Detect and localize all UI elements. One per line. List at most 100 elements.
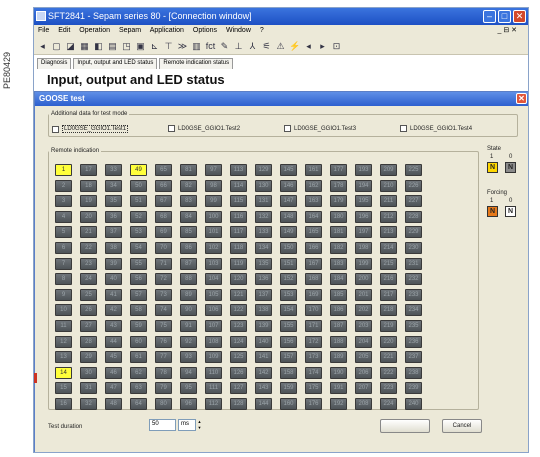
- remote-indication-cell[interactable]: 51: [130, 195, 147, 208]
- remote-indication-cell[interactable]: 19: [80, 195, 97, 208]
- remote-indication-cell[interactable]: 56: [130, 273, 147, 286]
- remote-indication-cell[interactable]: 17: [80, 164, 97, 176]
- toolbar-button-icon[interactable]: ▸: [317, 41, 328, 52]
- remote-indication-cell[interactable]: 169: [305, 288, 322, 301]
- remote-indication-cell[interactable]: 20: [80, 210, 97, 223]
- cancel-button[interactable]: Cancel: [442, 419, 482, 433]
- remote-indication-cell[interactable]: 23: [80, 257, 97, 270]
- remote-indication-cell[interactable]: 198: [355, 242, 372, 254]
- remote-indication-cell[interactable]: 206: [355, 366, 372, 379]
- remote-indication-cell[interactable]: 3: [55, 195, 72, 208]
- remote-indication-cell[interactable]: 237: [405, 351, 422, 364]
- remote-indication-cell[interactable]: 139: [255, 320, 272, 332]
- remote-indication-cell[interactable]: 9: [55, 288, 72, 301]
- remote-indication-cell[interactable]: 138: [255, 304, 272, 317]
- remote-indication-cell[interactable]: 54: [130, 242, 147, 254]
- toolbar-button-icon[interactable]: ◳: [121, 41, 132, 52]
- remote-indication-cell[interactable]: 142: [255, 366, 272, 379]
- remote-indication-cell[interactable]: 119: [230, 257, 247, 270]
- checkbox-box[interactable]: [284, 125, 291, 132]
- remote-indication-cell[interactable]: 78: [155, 366, 172, 379]
- remote-indication-cell[interactable]: 182: [330, 242, 347, 254]
- remote-indication-cell[interactable]: 48: [105, 398, 122, 410]
- remote-indication-cell[interactable]: 104: [205, 273, 222, 286]
- remote-indication-cell[interactable]: 79: [155, 382, 172, 395]
- remote-indication-cell[interactable]: 118: [230, 242, 247, 254]
- remote-indication-cell[interactable]: 195: [355, 195, 372, 208]
- remote-indication-cell[interactable]: 177: [330, 164, 347, 176]
- remote-indication-cell[interactable]: 205: [355, 351, 372, 364]
- remote-indication-cell[interactable]: 96: [180, 398, 197, 410]
- remote-indication-cell[interactable]: 175: [305, 382, 322, 395]
- remote-indication-cell[interactable]: 4: [55, 210, 72, 223]
- remote-indication-cell[interactable]: 207: [355, 382, 372, 395]
- remote-indication-cell[interactable]: 47: [105, 382, 122, 395]
- remote-indication-cell[interactable]: 18: [80, 179, 97, 192]
- remote-indication-cell[interactable]: 34: [105, 179, 122, 192]
- remote-indication-cell[interactable]: 110: [205, 366, 222, 379]
- remote-indication-cell[interactable]: 225: [405, 164, 422, 176]
- remote-indication-cell[interactable]: 85: [180, 226, 197, 239]
- remote-indication-cell[interactable]: 22: [80, 242, 97, 254]
- remote-indication-cell[interactable]: 202: [355, 304, 372, 317]
- remote-indication-cell[interactable]: 219: [380, 320, 397, 332]
- mdi-window-controls[interactable]: _ ⊟ ✕: [497, 26, 517, 34]
- toolbar-button-icon[interactable]: ⅄: [247, 41, 258, 52]
- menu-edit[interactable]: Edit: [58, 27, 70, 34]
- minimize-button[interactable]: –: [483, 10, 496, 23]
- remote-indication-cell[interactable]: 231: [405, 257, 422, 270]
- remote-indication-cell[interactable]: 221: [380, 351, 397, 364]
- toolbar-button-icon[interactable]: ⚠: [275, 41, 286, 52]
- remote-indication-cell[interactable]: 173: [305, 351, 322, 364]
- remote-indication-cell[interactable]: 65: [155, 164, 172, 176]
- remote-indication-cell[interactable]: 103: [205, 257, 222, 270]
- remote-indication-cell[interactable]: 129: [255, 164, 272, 176]
- remote-indication-cell[interactable]: 148: [280, 210, 297, 223]
- remote-indication-cell[interactable]: 61: [130, 351, 147, 364]
- remote-indication-cell[interactable]: 143: [255, 382, 272, 395]
- remote-indication-cell[interactable]: 155: [280, 320, 297, 332]
- remote-indication-cell[interactable]: 72: [155, 273, 172, 286]
- menu-application[interactable]: Application: [150, 27, 184, 34]
- remote-indication-cell[interactable]: 50: [130, 179, 147, 192]
- toolbar-button-icon[interactable]: fct: [205, 41, 216, 52]
- remote-indication-cell[interactable]: 204: [355, 335, 372, 348]
- remote-indication-cell[interactable]: 191: [330, 382, 347, 395]
- checkbox-test1[interactable]: LD0GSE_GGIO1.Test1: [52, 125, 129, 133]
- remote-indication-cell[interactable]: 11: [55, 320, 72, 332]
- duration-spin-control[interactable]: ▲ ▼: [195, 419, 203, 431]
- remote-indication-cell[interactable]: 165: [305, 226, 322, 239]
- remote-indication-cell[interactable]: 84: [180, 210, 197, 223]
- remote-indication-cell[interactable]: 170: [305, 304, 322, 317]
- remote-indication-cell[interactable]: 133: [255, 226, 272, 239]
- remote-indication-cell[interactable]: 57: [130, 288, 147, 301]
- remote-indication-cell[interactable]: 152: [280, 273, 297, 286]
- remote-indication-cell[interactable]: 171: [305, 320, 322, 332]
- remote-indication-cell[interactable]: 213: [380, 226, 397, 239]
- remote-indication-cell[interactable]: 81: [180, 164, 197, 176]
- remote-indication-cell[interactable]: 180: [330, 210, 347, 223]
- remote-indication-cell[interactable]: 97: [205, 164, 222, 176]
- remote-indication-cell[interactable]: 150: [280, 242, 297, 254]
- remote-indication-cell[interactable]: 157: [280, 351, 297, 364]
- remote-indication-cell[interactable]: 215: [380, 257, 397, 270]
- remote-indication-cell[interactable]: 21: [80, 226, 97, 239]
- remote-indication-cell[interactable]: 199: [355, 257, 372, 270]
- remote-indication-cell[interactable]: 108: [205, 335, 222, 348]
- remote-indication-cell[interactable]: 39: [105, 257, 122, 270]
- remote-indication-cell[interactable]: 55: [130, 257, 147, 270]
- remote-indication-cell[interactable]: 117: [230, 226, 247, 239]
- remote-indication-cell[interactable]: 101: [205, 226, 222, 239]
- remote-indication-cell[interactable]: 233: [405, 288, 422, 301]
- remote-indication-cell[interactable]: 42: [105, 304, 122, 317]
- remote-indication-cell[interactable]: 98: [205, 179, 222, 192]
- remote-indication-cell[interactable]: 140: [255, 335, 272, 348]
- remote-indication-cell[interactable]: 184: [330, 273, 347, 286]
- remote-indication-cell[interactable]: 26: [80, 304, 97, 317]
- remote-indication-cell[interactable]: 44: [105, 335, 122, 348]
- maximize-button[interactable]: □: [498, 10, 511, 23]
- checkbox-test3[interactable]: LD0GSE_GGIO1.Test3: [284, 125, 356, 132]
- remote-indication-cell[interactable]: 64: [130, 398, 147, 410]
- remote-indication-cell[interactable]: 186: [330, 304, 347, 317]
- remote-indication-cell[interactable]: 69: [155, 226, 172, 239]
